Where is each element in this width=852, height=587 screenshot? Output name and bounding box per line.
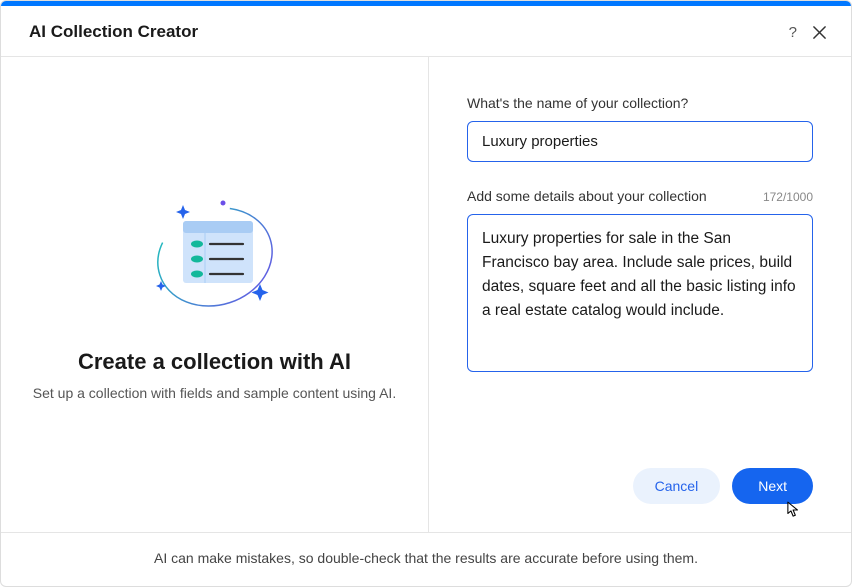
cursor-icon <box>787 501 801 519</box>
char-counter: 172/1000 <box>763 190 813 204</box>
collection-details-textarea[interactable] <box>467 214 813 372</box>
header-actions: ? <box>789 24 827 41</box>
left-panel-subtitle: Set up a collection with fields and samp… <box>33 385 396 401</box>
form-actions: Cancel Next <box>467 468 813 508</box>
close-icon[interactable] <box>811 24 827 40</box>
name-form-group: What's the name of your collection? <box>467 95 813 162</box>
next-button-label: Next <box>758 478 787 494</box>
modal-footer: AI can make mistakes, so double-check th… <box>1 532 851 586</box>
modal-body: Create a collection with AI Set up a col… <box>1 57 851 532</box>
modal-title: AI Collection Creator <box>29 22 198 42</box>
left-panel-title: Create a collection with AI <box>78 349 351 375</box>
cancel-button[interactable]: Cancel <box>633 468 721 504</box>
details-form-group: Add some details about your collection 1… <box>467 188 813 377</box>
right-panel: What's the name of your collection? Add … <box>429 57 851 532</box>
collection-name-input[interactable] <box>467 121 813 162</box>
help-icon[interactable]: ? <box>789 24 797 41</box>
collection-details-label: Add some details about your collection <box>467 188 707 204</box>
ai-collection-creator-modal: AI Collection Creator ? <box>0 0 852 587</box>
modal-header: AI Collection Creator ? <box>1 6 851 57</box>
ai-collection-illustration-icon <box>145 189 285 329</box>
collection-name-label: What's the name of your collection? <box>467 95 688 111</box>
footer-disclaimer: AI can make mistakes, so double-check th… <box>154 550 698 566</box>
left-panel: Create a collection with AI Set up a col… <box>1 57 429 532</box>
next-button[interactable]: Next <box>732 468 813 504</box>
